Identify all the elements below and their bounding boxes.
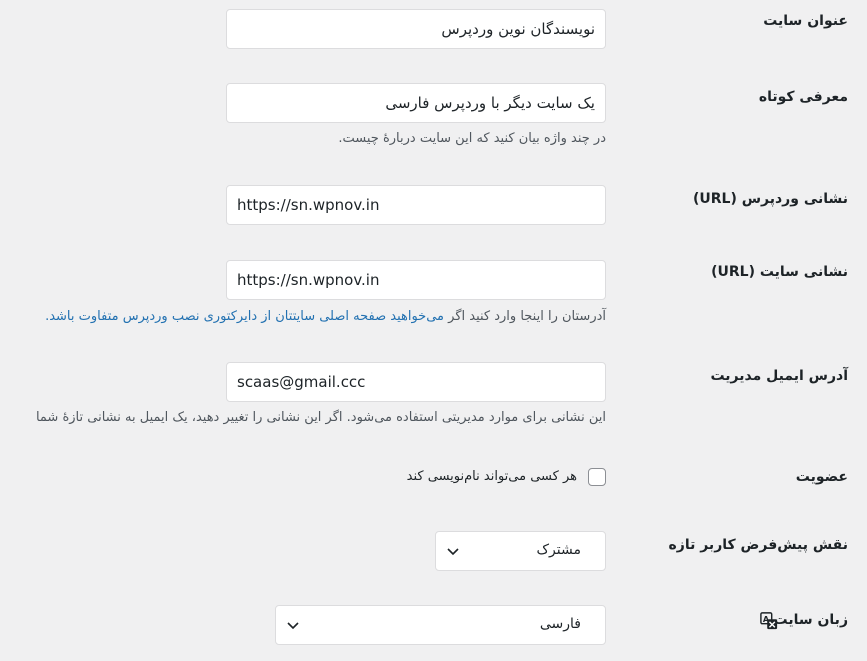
site-url-description: آدرستان را اینجا وارد کنید اگر می‌خواهید… bbox=[45, 309, 606, 324]
site-title-label: عنوان سایت bbox=[763, 13, 848, 29]
chevron-down-icon bbox=[447, 548, 459, 556]
site-language-selected: فارسی bbox=[539, 616, 581, 632]
membership-label: عضویت bbox=[795, 469, 848, 485]
site-url-label: نشانی سایت (URL) bbox=[711, 264, 848, 280]
tagline-label: معرفی کوتاه bbox=[758, 89, 848, 105]
wp-url-label: نشانی وردپرس (URL) bbox=[692, 191, 848, 207]
translation-icon: A bbox=[760, 612, 778, 630]
site-title-input[interactable] bbox=[226, 9, 606, 49]
membership-checkbox[interactable] bbox=[588, 468, 606, 486]
site-url-input[interactable] bbox=[226, 260, 606, 300]
site-url-help-link[interactable]: می‌خواهید صفحه اصلی سایتتان از دایرکتوری… bbox=[45, 309, 444, 324]
chevron-down-icon bbox=[287, 622, 299, 630]
site-language-select[interactable]: فارسی bbox=[275, 605, 606, 645]
wp-url-input[interactable] bbox=[226, 185, 606, 225]
tagline-input[interactable] bbox=[226, 83, 606, 123]
admin-email-description: این نشانی برای موارد مدیریتی استفاده می‌… bbox=[35, 410, 606, 425]
default-role-label: نقش پیش‌فرض کاربر تازه bbox=[668, 537, 848, 553]
admin-email-label: آدرس ایمیل مدیریت bbox=[710, 368, 848, 384]
site-url-description-prefix: آدرستان را اینجا وارد کنید اگر bbox=[444, 309, 606, 324]
site-language-label: زبان سایت bbox=[773, 612, 849, 628]
tagline-description: در چند واژه بیان کنید که این سایت درباره… bbox=[338, 131, 606, 146]
admin-email-input[interactable] bbox=[226, 362, 606, 402]
default-role-select[interactable]: مشترک bbox=[435, 531, 606, 571]
membership-checkbox-label[interactable]: هر کسی می‌تواند نام‌نویسی کند bbox=[407, 469, 577, 484]
default-role-selected: مشترک bbox=[536, 542, 581, 558]
